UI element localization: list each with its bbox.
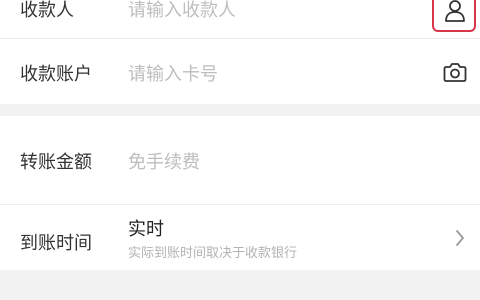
transfer-amount-input[interactable]: 免手续费	[128, 148, 200, 174]
transfer-form-page: 收款人 请输入收款人 收款账户 请输入卡号 转账金额 免手续费 到账时间 实时 …	[0, 0, 480, 300]
payee-account-row[interactable]: 收款账户 请输入卡号	[0, 39, 480, 104]
payee-name-input[interactable]: 请输入收款人	[128, 0, 236, 22]
camera-icon[interactable]	[440, 57, 470, 87]
chevron-right-icon[interactable]	[448, 226, 472, 250]
payee-account-label: 收款账户	[20, 64, 92, 85]
payee-name-label: 收款人	[20, 0, 74, 21]
transfer-details-card: 转账金额 免手续费 到账时间 实时 实际到账时间取决于收款银行	[0, 116, 480, 270]
payee-account-input[interactable]: 请输入卡号	[128, 60, 218, 86]
transfer-amount-row[interactable]: 转账金额 免手续费	[0, 116, 480, 202]
arrival-time-row[interactable]: 到账时间 实时 实际到账时间取决于收款银行	[0, 205, 480, 270]
contact-person-icon[interactable]	[440, 0, 470, 26]
arrival-time-note: 实际到账时间取决于收款银行	[128, 246, 298, 261]
payee-info-card: 收款人 请输入收款人 收款账户 请输入卡号	[0, 0, 480, 104]
payee-name-row[interactable]: 收款人 请输入收款人	[0, 0, 480, 38]
transfer-amount-label: 转账金额	[20, 152, 92, 173]
arrival-time-value: 实时	[128, 219, 164, 240]
arrival-time-label: 到账时间	[20, 233, 92, 254]
